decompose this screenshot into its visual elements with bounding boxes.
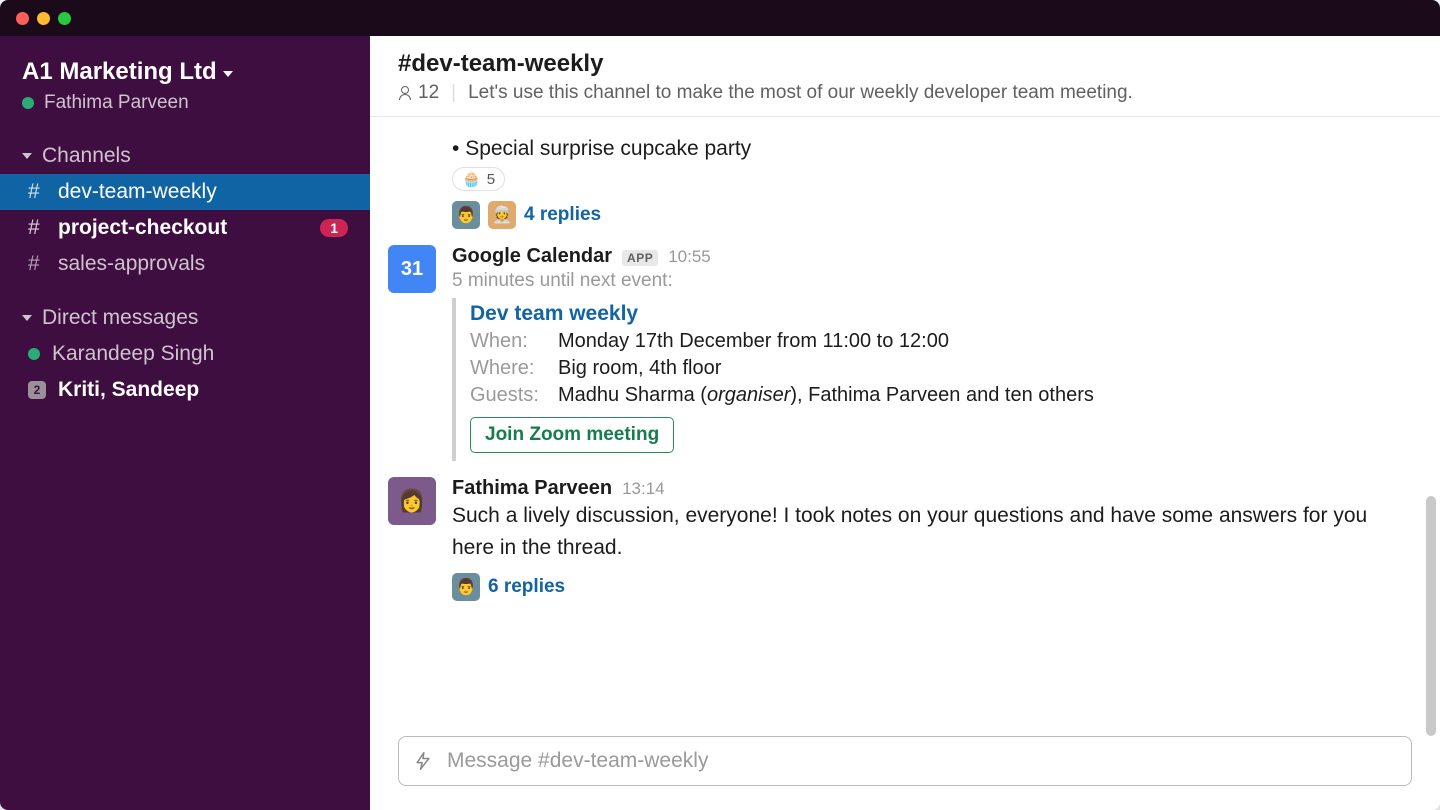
reply-avatar-icon: 👨 bbox=[452, 573, 480, 601]
message-google-calendar: 31 Google Calendar APP 10:55 5 minutes u… bbox=[388, 235, 1412, 467]
unread-badge: 1 bbox=[320, 219, 348, 237]
lightning-icon[interactable] bbox=[413, 751, 433, 771]
window-maximize-button[interactable] bbox=[58, 12, 71, 25]
guests-em: organiser bbox=[707, 384, 790, 406]
join-zoom-button[interactable]: Join Zoom meeting bbox=[470, 417, 674, 453]
where-label: Where: bbox=[470, 357, 550, 380]
when-value: Monday 17th December from 11:00 to 12:00 bbox=[558, 330, 949, 353]
dm-label: Karandeep Singh bbox=[52, 342, 214, 366]
channel-label: project-checkout bbox=[58, 216, 227, 240]
sidebar-section-dms[interactable]: Direct messages bbox=[0, 300, 370, 336]
channel-topic[interactable]: Let's use this channel to make the most … bbox=[468, 82, 1133, 104]
section-label: Channels bbox=[42, 144, 131, 168]
channel-label: dev-team-weekly bbox=[58, 180, 217, 204]
caret-down-icon bbox=[22, 315, 32, 321]
when-label: When: bbox=[470, 330, 550, 353]
channel-label: sales-approvals bbox=[58, 252, 205, 276]
message-sender[interactable]: Fathima Parveen bbox=[452, 477, 612, 500]
message-sender[interactable]: Google Calendar bbox=[452, 245, 612, 268]
dm-item-karandeep[interactable]: Karandeep Singh bbox=[0, 336, 370, 372]
message-timestamp: 13:14 bbox=[622, 479, 665, 499]
guests-post: ), Fathima Parveen and ten others bbox=[790, 384, 1094, 406]
guests-value: Madhu Sharma (organiser), Fathima Parvee… bbox=[558, 384, 1094, 407]
channel-item-project-checkout[interactable]: # project-checkout 1 bbox=[0, 210, 370, 246]
window-minimize-button[interactable] bbox=[37, 12, 50, 25]
hash-icon: # bbox=[28, 252, 46, 276]
member-count[interactable]: 12 bbox=[398, 82, 439, 104]
window-titlebar bbox=[0, 0, 1440, 36]
current-user-label: Fathima Parveen bbox=[44, 92, 189, 114]
where-value: Big room, 4th floor bbox=[558, 357, 721, 380]
message-input[interactable] bbox=[447, 749, 1397, 773]
event-title-link[interactable]: Dev team weekly bbox=[470, 302, 1412, 326]
bullet-text: Special surprise cupcake party bbox=[465, 137, 751, 160]
reply-avatar-icon: 👨 bbox=[452, 201, 480, 229]
dm-label: Kriti, Sandeep bbox=[58, 378, 199, 402]
bullet-line: • Special surprise cupcake party bbox=[452, 137, 1412, 161]
calendar-preface: 5 minutes until next event: bbox=[452, 270, 1412, 292]
app-window: A1 Marketing Ltd Fathima Parveen Channel… bbox=[0, 0, 1440, 810]
sidebar-section-channels[interactable]: Channels bbox=[0, 138, 370, 174]
caret-down-icon bbox=[22, 153, 32, 159]
dm-item-kriti-sandeep[interactable]: 2 Kriti, Sandeep bbox=[0, 372, 370, 408]
presence-active-icon bbox=[22, 97, 34, 109]
thread-summary[interactable]: 👨 6 replies bbox=[452, 573, 1412, 601]
channel-item-sales-approvals[interactable]: # sales-approvals bbox=[0, 246, 370, 282]
member-count-value: 12 bbox=[418, 82, 439, 104]
guests-label: Guests: bbox=[470, 384, 550, 407]
workspace-header[interactable]: A1 Marketing Ltd Fathima Parveen bbox=[0, 50, 370, 132]
composer-area bbox=[370, 736, 1440, 810]
reply-avatar-icon: 👳 bbox=[488, 201, 516, 229]
presence-active-icon bbox=[28, 348, 40, 360]
person-icon bbox=[398, 86, 412, 100]
divider-icon: | bbox=[451, 82, 456, 104]
main-panel: #dev-team-weekly 12 | Let's use this cha… bbox=[370, 36, 1440, 810]
calendar-app-avatar-icon[interactable]: 31 bbox=[388, 245, 436, 293]
replies-link[interactable]: 4 replies bbox=[524, 204, 601, 226]
user-avatar-icon[interactable]: 👩 bbox=[388, 477, 436, 525]
message-fathima: 👩 Fathima Parveen 13:14 Such a lively di… bbox=[388, 467, 1412, 607]
message-previous-tail: • Special surprise cupcake party 🧁 5 👨 👳 bbox=[388, 127, 1412, 235]
channel-header: #dev-team-weekly 12 | Let's use this cha… bbox=[370, 36, 1440, 117]
chevron-down-icon bbox=[223, 71, 233, 77]
app-body: A1 Marketing Ltd Fathima Parveen Channel… bbox=[0, 36, 1440, 810]
hash-icon: # bbox=[28, 216, 46, 240]
sidebar: A1 Marketing Ltd Fathima Parveen Channel… bbox=[0, 36, 370, 810]
channel-subheader: 12 | Let's use this channel to make the … bbox=[398, 82, 1412, 104]
reaction-count: 5 bbox=[487, 171, 495, 188]
app-badge: APP bbox=[622, 250, 658, 266]
calendar-attachment: Dev team weekly When: Monday 17th Decemb… bbox=[452, 298, 1412, 461]
current-user-row[interactable]: Fathima Parveen bbox=[22, 92, 348, 114]
cupcake-emoji-icon: 🧁 bbox=[462, 170, 481, 188]
channel-item-dev-team-weekly[interactable]: # dev-team-weekly bbox=[0, 174, 370, 210]
window-close-button[interactable] bbox=[16, 12, 29, 25]
message-timestamp: 10:55 bbox=[668, 247, 711, 267]
section-label: Direct messages bbox=[42, 306, 198, 330]
replies-link[interactable]: 6 replies bbox=[488, 576, 565, 598]
message-list[interactable]: • Special surprise cupcake party 🧁 5 👨 👳 bbox=[370, 117, 1440, 736]
workspace-name-label: A1 Marketing Ltd bbox=[22, 58, 217, 86]
channel-title[interactable]: #dev-team-weekly bbox=[398, 50, 1412, 78]
reaction-row: 🧁 5 bbox=[452, 167, 1412, 191]
reaction-cupcake[interactable]: 🧁 5 bbox=[452, 167, 505, 191]
group-dm-icon: 2 bbox=[28, 381, 46, 399]
message-composer[interactable] bbox=[398, 736, 1412, 786]
thread-summary[interactable]: 👨 👳 4 replies bbox=[452, 201, 1412, 229]
workspace-name[interactable]: A1 Marketing Ltd bbox=[22, 58, 348, 86]
guests-pre: Madhu Sharma ( bbox=[558, 384, 707, 406]
scrollbar-thumb[interactable] bbox=[1426, 496, 1436, 736]
hash-icon: # bbox=[28, 180, 46, 204]
message-body: Such a lively discussion, everyone! I to… bbox=[452, 500, 1412, 563]
